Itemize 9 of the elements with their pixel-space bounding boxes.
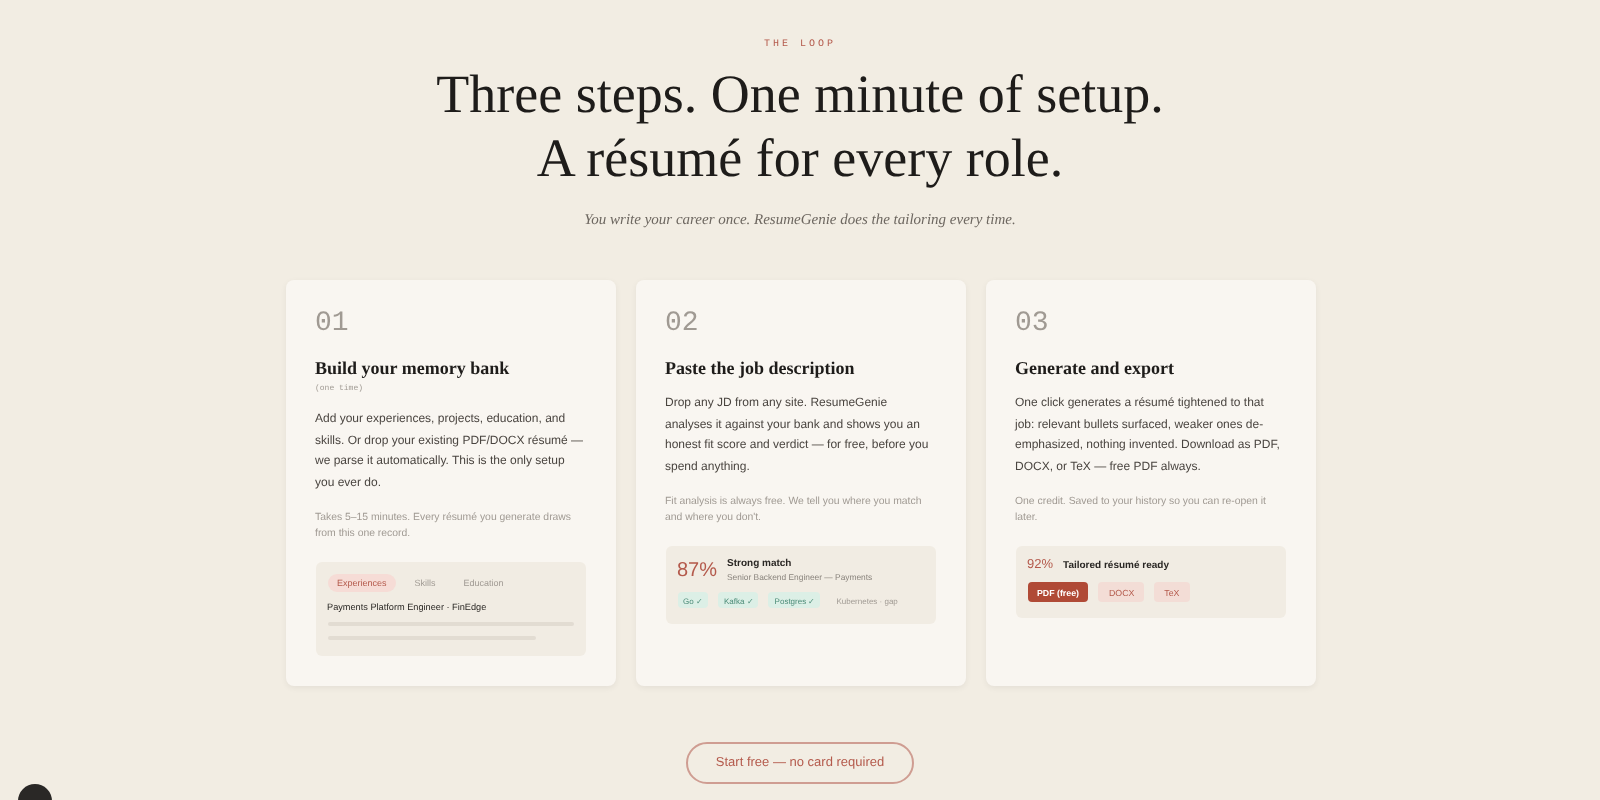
- fit-score: 87%: [677, 559, 718, 581]
- headline: Three steps. One minute of setup.: [436, 62, 1164, 126]
- step-title: Build your memory bank: [315, 358, 512, 378]
- step-title: Generate and export: [1015, 358, 1176, 378]
- step-number: 02: [665, 308, 701, 340]
- headline: A résumé for every role.: [534, 126, 1066, 190]
- step-title: Paste the job description: [665, 358, 857, 378]
- step-number: 01: [315, 308, 351, 340]
- step-number: 03: [1015, 308, 1051, 340]
